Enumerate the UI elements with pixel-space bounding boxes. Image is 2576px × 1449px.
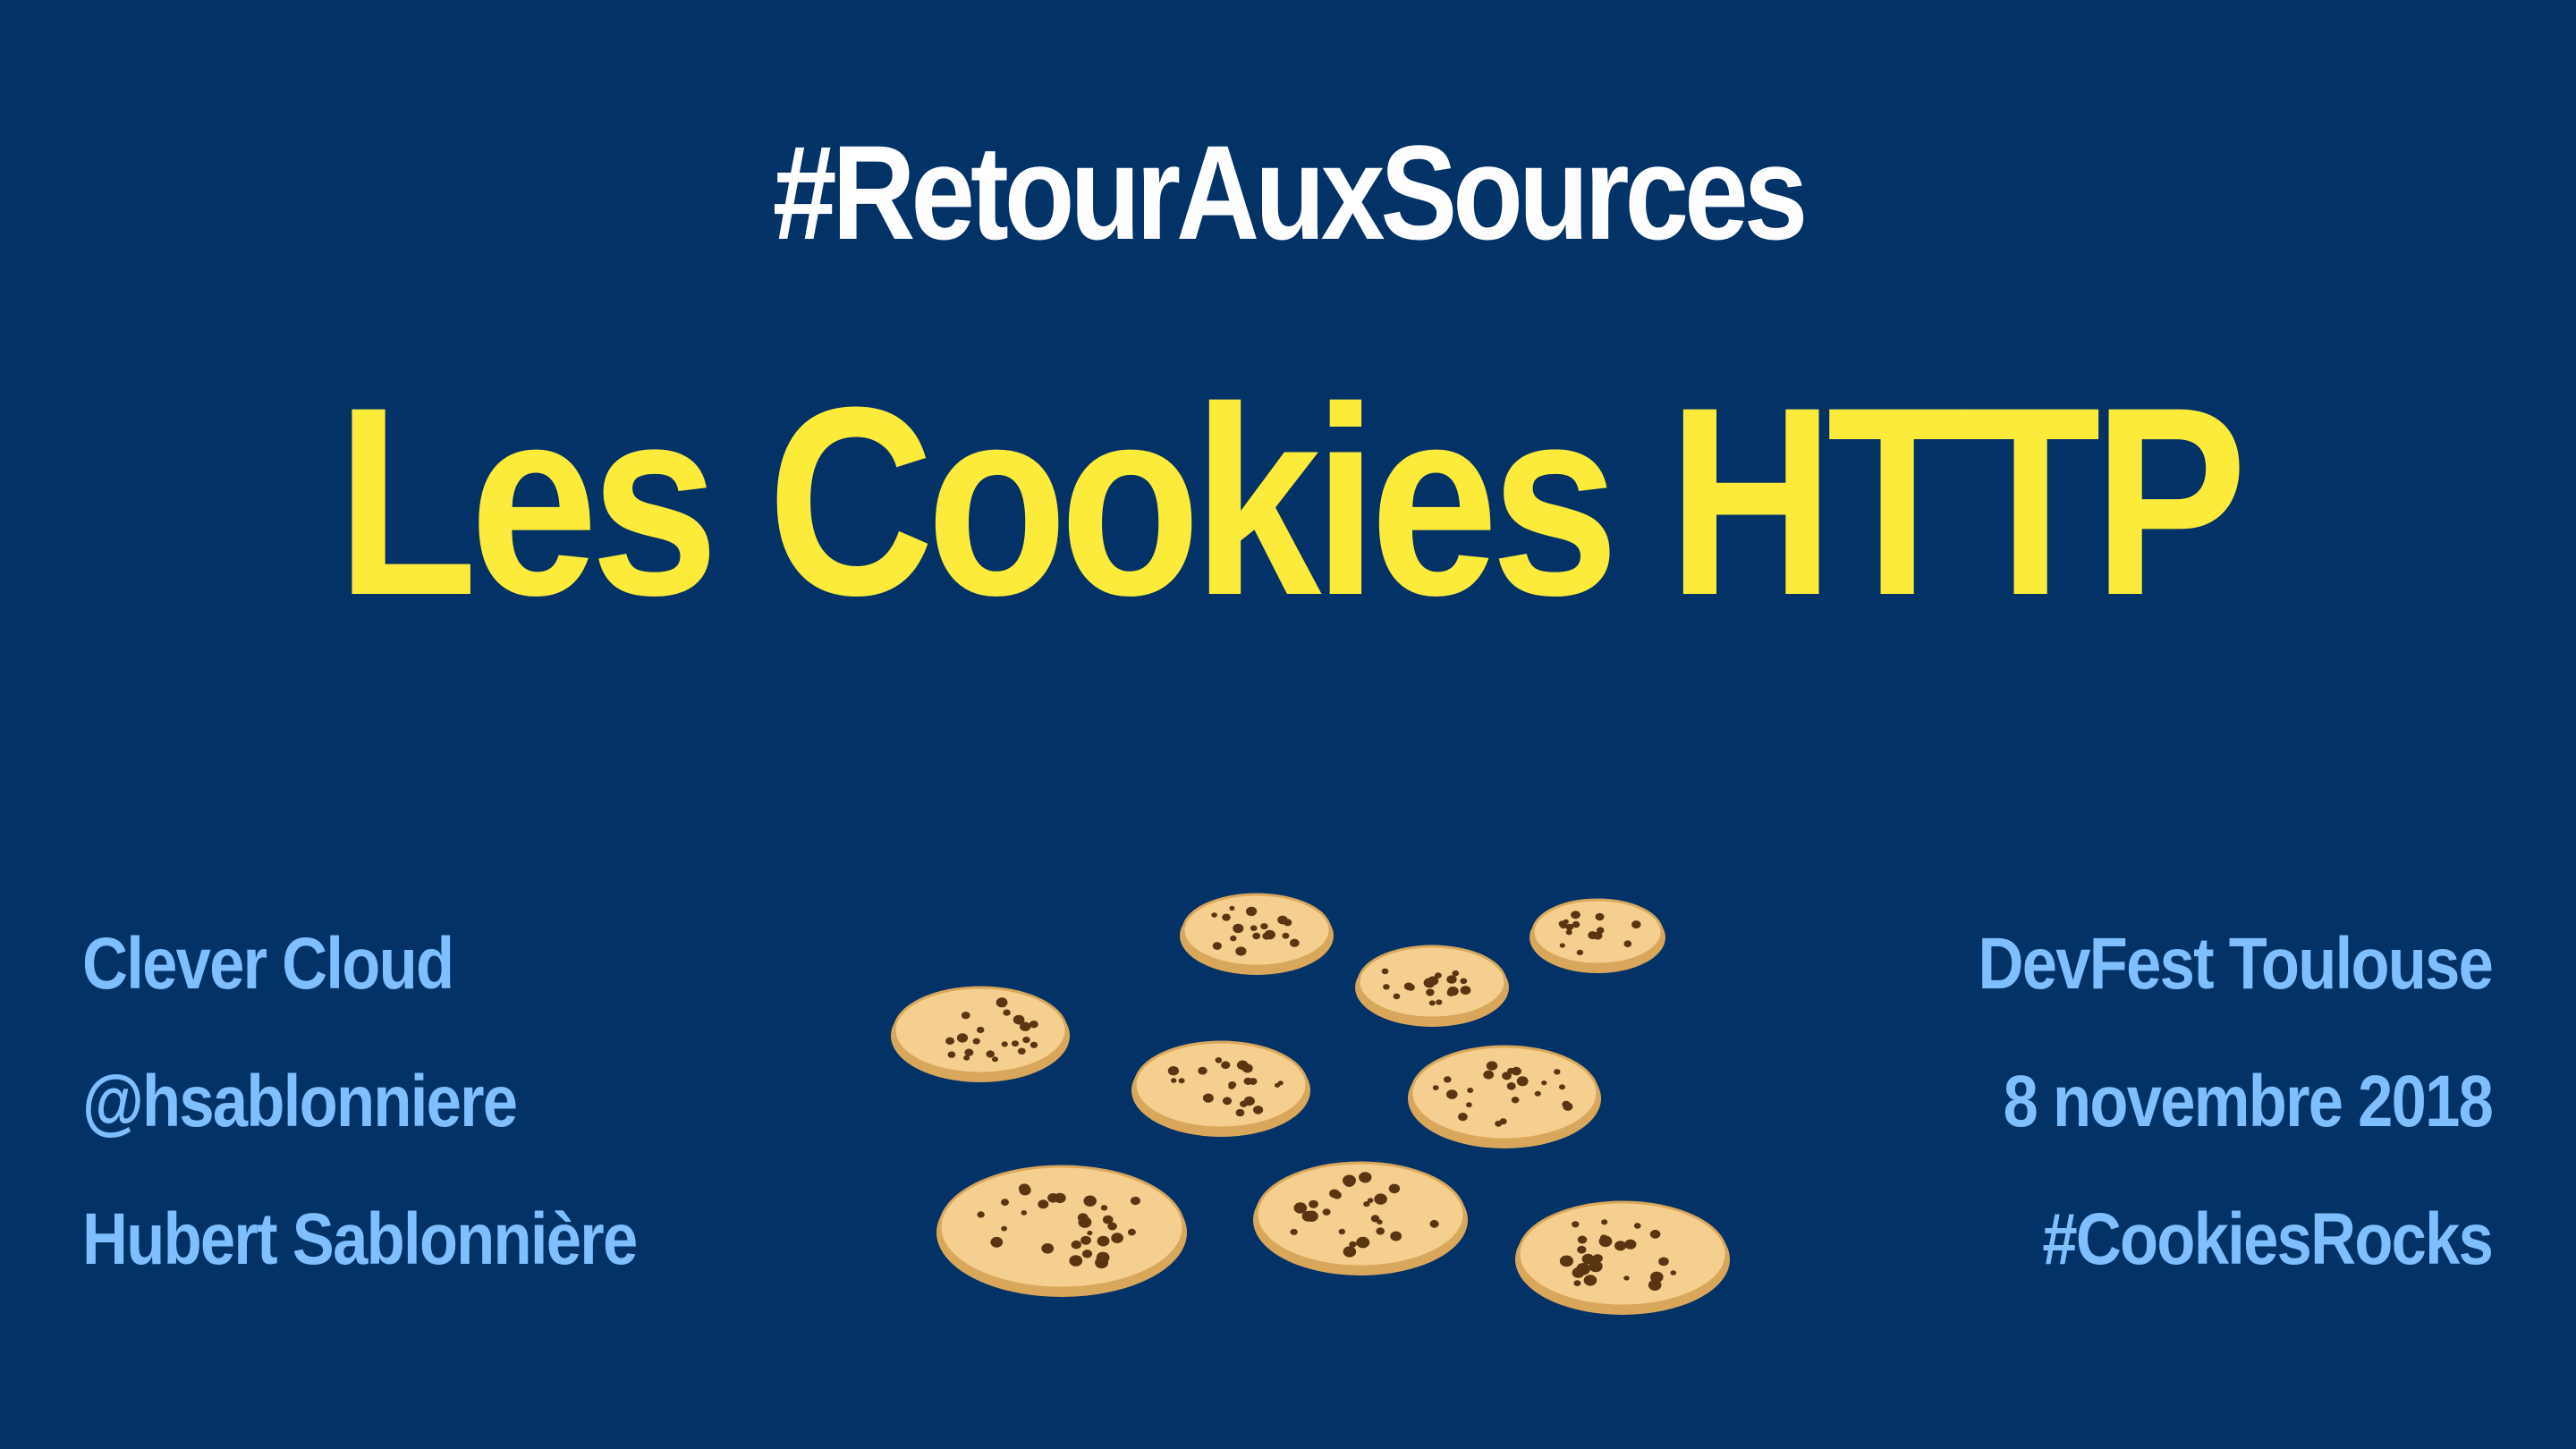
speaker-company: Clever Cloud	[82, 923, 454, 1004]
title-slide: #RetourAuxSources Les Cookies HTTP Cleve…	[0, 0, 2576, 1449]
cookie-icon	[1530, 898, 1665, 973]
event-hashtag: #RetourAuxSources	[772, 117, 1809, 267]
cookie-pile-icon	[891, 893, 1730, 1315]
cookie-icon	[1515, 1200, 1730, 1315]
speaker-info: Clever Cloud @hsablonniere Hubert Sablon…	[82, 919, 638, 1333]
cookie-icon	[1253, 1161, 1468, 1275]
event-name: DevFest Toulouse	[1978, 923, 2493, 1004]
event-info: DevFest Toulouse 8 novembre 2018 #Cookie…	[1978, 919, 2494, 1333]
talk-hashtag: #CookiesRocks	[2042, 1199, 2494, 1280]
cookie-icon	[1180, 893, 1334, 975]
speaker-handle: @hsablonniere	[82, 1061, 518, 1142]
speaker-name: Hubert Sablonnière	[82, 1199, 638, 1280]
presentation-title: Les Cookies HTTP	[336, 351, 2247, 651]
cookie-icon	[1131, 1040, 1310, 1137]
event-date: 8 novembre 2018	[2003, 1061, 2493, 1142]
cookie-icon	[1355, 945, 1509, 1027]
cookie-icon	[891, 986, 1070, 1082]
cookie-icon	[1408, 1045, 1601, 1148]
cookie-icon	[936, 1165, 1187, 1297]
